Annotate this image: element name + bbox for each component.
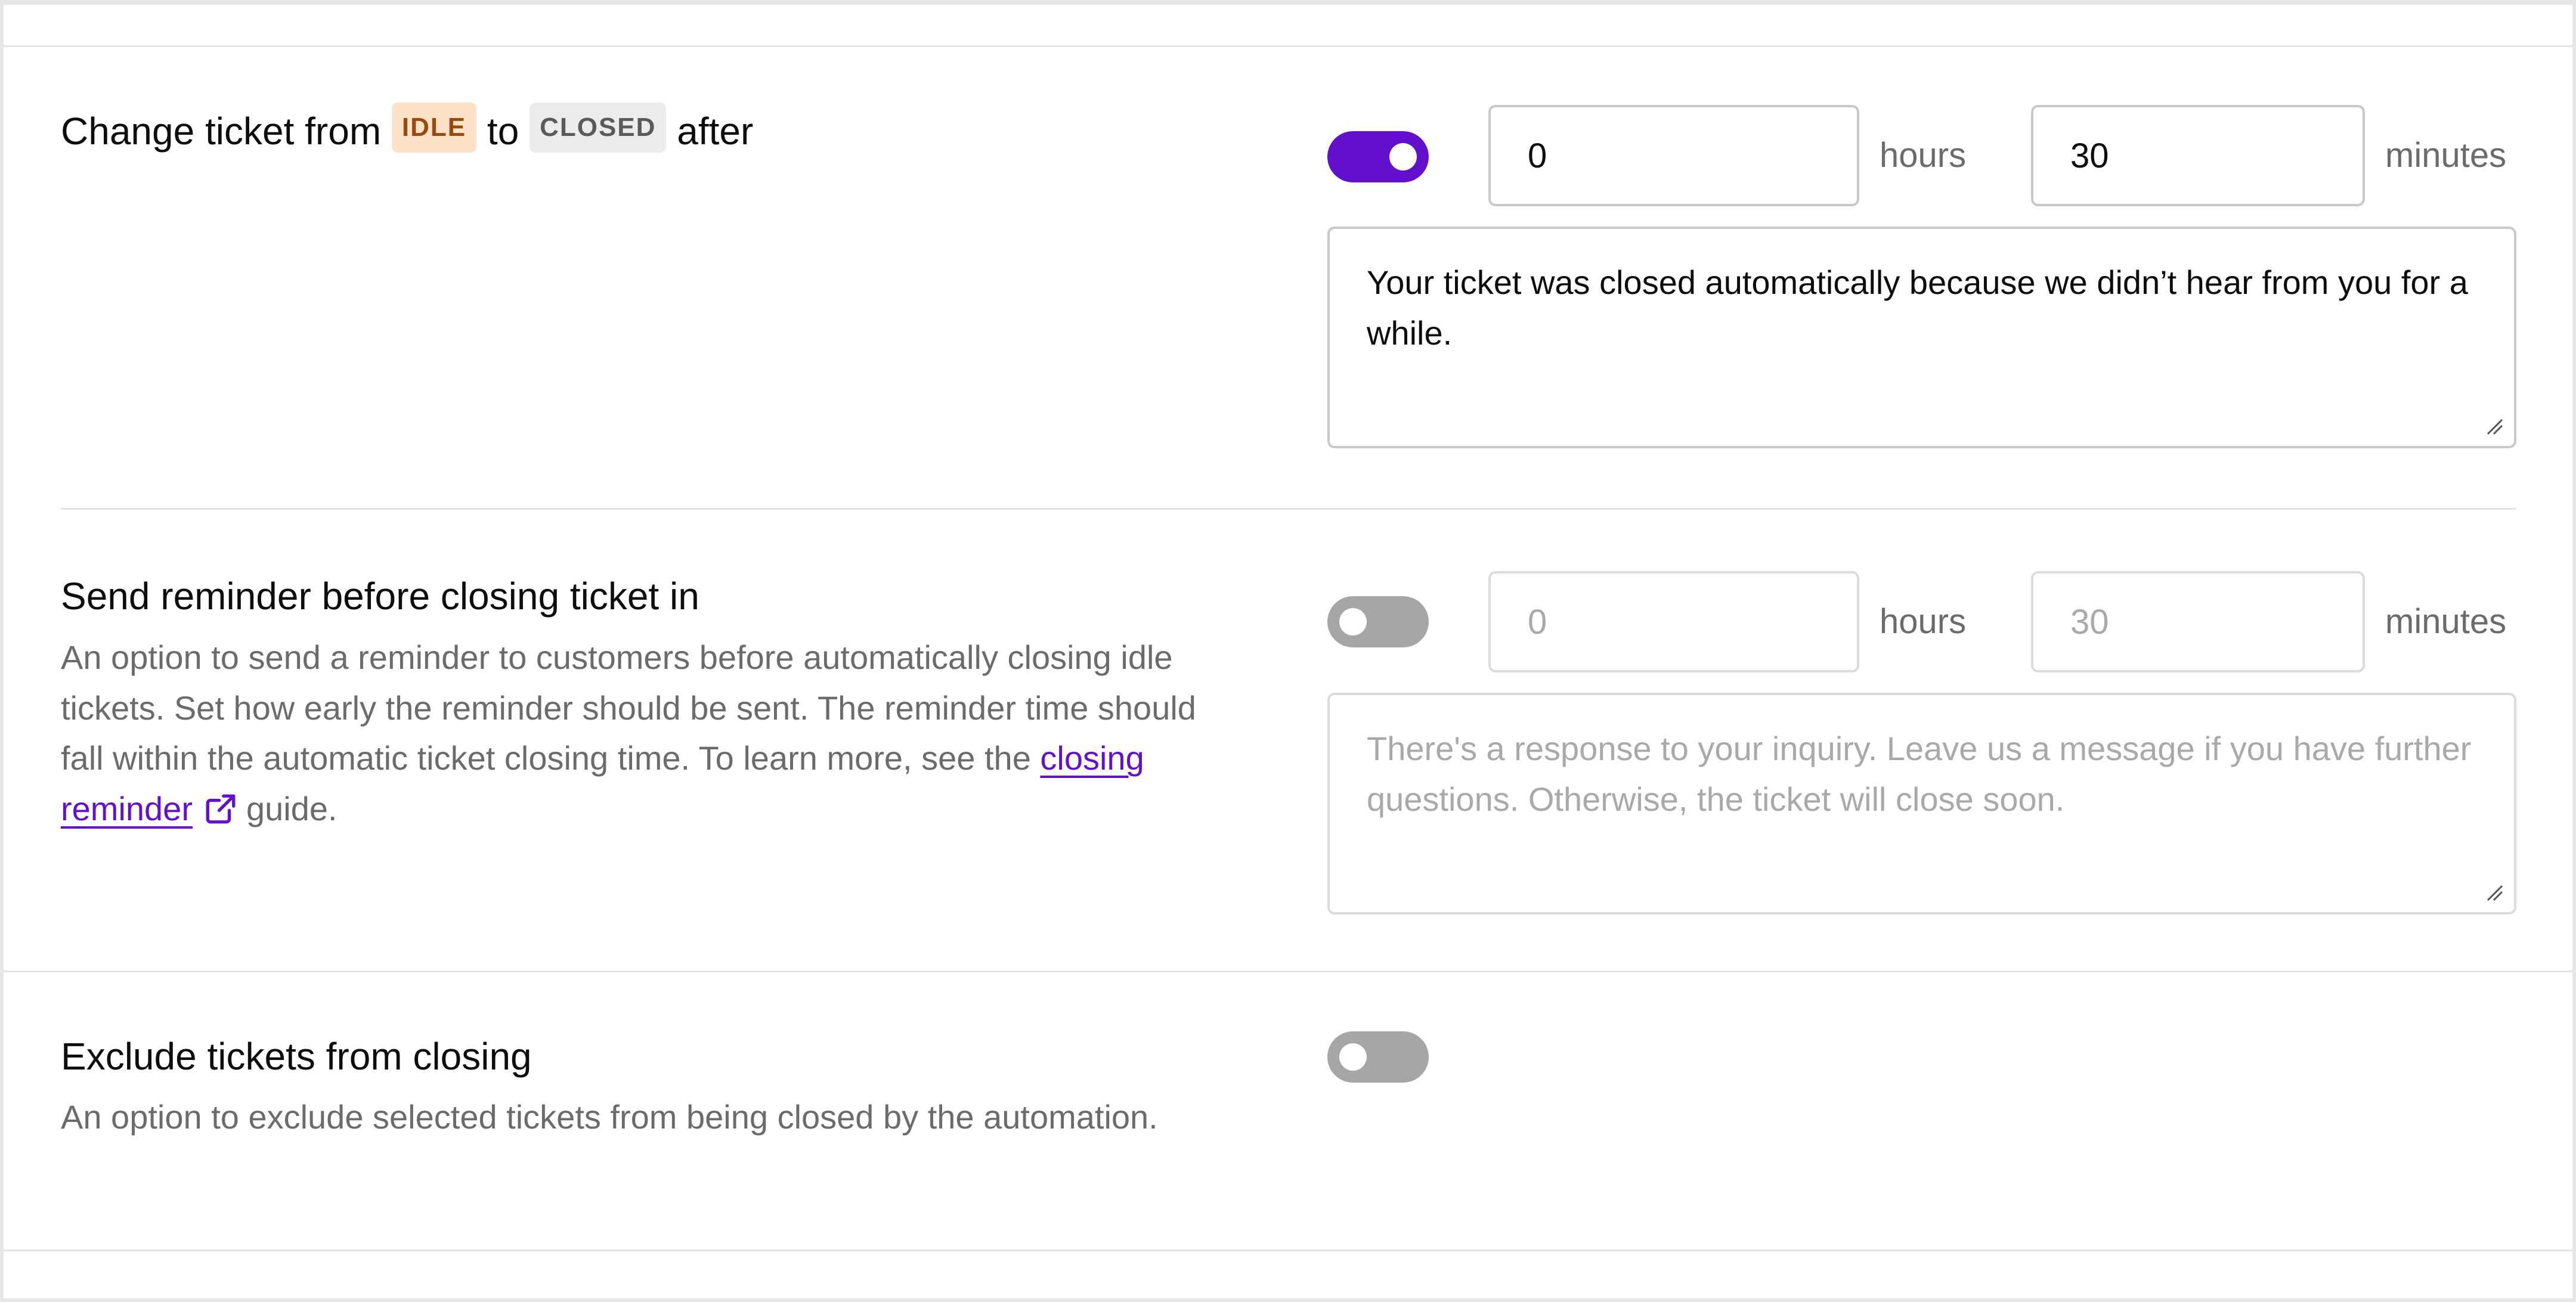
exclude-toggle[interactable] (1327, 1031, 1429, 1083)
reminder-title: Send reminder before closing ticket in (61, 575, 699, 618)
reminder-message-textarea[interactable] (1327, 693, 2516, 914)
title-middle: to (487, 110, 519, 153)
toggle-knob (1339, 608, 1367, 636)
closed-status-badge: CLOSED (530, 103, 667, 153)
toggle-knob (1389, 143, 1417, 170)
toggle-knob (1339, 1043, 1367, 1071)
external-link-icon[interactable] (203, 792, 238, 826)
exclude-description: An option to exclude selected tickets fr… (61, 1098, 1158, 1136)
reminder-minutes-input[interactable] (2031, 571, 2365, 672)
close-minutes-unit: minutes (2385, 136, 2507, 175)
reminder-minutes-unit: minutes (2385, 602, 2507, 641)
section-divider (4, 971, 2572, 972)
resize-grip-icon[interactable] (2487, 885, 2503, 901)
close-hours-unit: hours (1880, 136, 1967, 175)
idle-status-badge: IDLE (391, 103, 477, 153)
resize-grip-icon[interactable] (2487, 418, 2503, 435)
reminder-hours-input[interactable] (1488, 571, 1859, 672)
reminder-description-end: guide. (246, 789, 338, 827)
auto-close-toggle[interactable] (1327, 131, 1429, 182)
idle-to-closed-title: Change ticket from IDLE to CLOSED after (61, 103, 754, 156)
reminder-hours-unit: hours (1880, 602, 1967, 641)
exclude-title: Exclude tickets from closing (61, 1035, 532, 1078)
title-suffix: after (677, 110, 754, 153)
close-message-textarea[interactable]: Your ticket was closed automatically bec… (1327, 227, 2516, 448)
close-hours-input[interactable] (1488, 105, 1859, 206)
bottom-divider (4, 1250, 2572, 1251)
close-minutes-input[interactable] (2031, 105, 2365, 206)
section-divider (61, 508, 2516, 510)
top-divider (4, 45, 2572, 47)
reminder-description-text: An option to send a reminder to customer… (61, 638, 1196, 777)
reminder-toggle[interactable] (1327, 596, 1429, 647)
title-prefix: Change ticket from (61, 110, 382, 153)
reminder-description: An option to send a reminder to customer… (61, 633, 1247, 834)
